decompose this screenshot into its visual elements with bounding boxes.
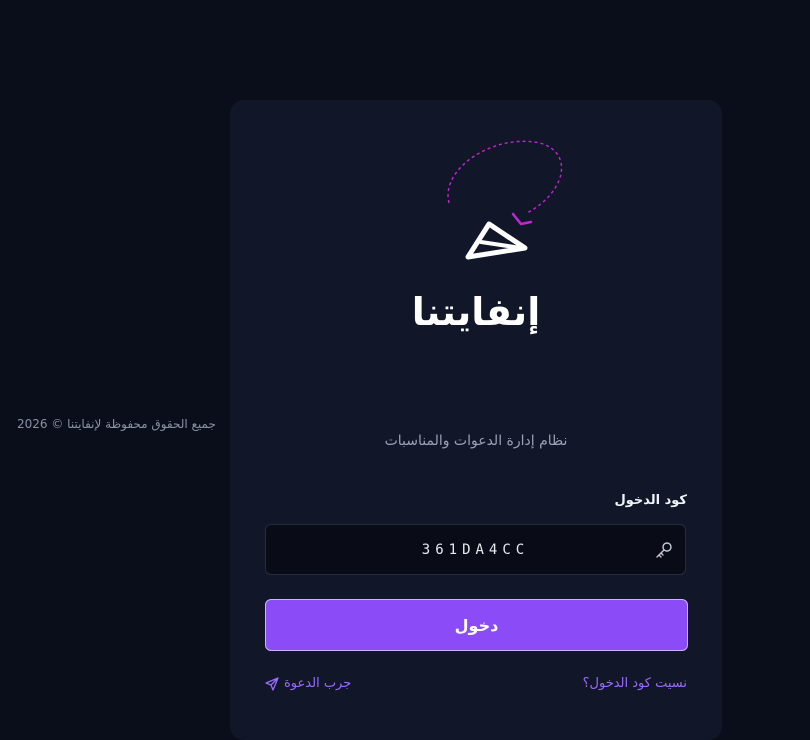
send-icon xyxy=(265,676,279,691)
forgot-code-link[interactable]: نسيت كود الدخول؟ xyxy=(583,676,687,691)
code-field xyxy=(265,524,686,575)
brand-tagline: نظام إدارة الدعوات والمناسبات xyxy=(384,433,568,449)
login-card: إنفايتنا نظام إدارة الدعوات والمناسبات ك… xyxy=(230,100,722,740)
code-input[interactable] xyxy=(266,525,685,574)
try-invitation-link[interactable]: جرب الدعوة xyxy=(265,676,351,691)
key-icon xyxy=(655,541,673,559)
brand-name: إنفايتنا xyxy=(411,290,541,334)
footer-copyright: جميع الحقوق محفوظة لإنفايتنا © 2026 xyxy=(17,417,216,431)
login-button[interactable]: دخول xyxy=(265,599,688,651)
try-invitation-label: جرب الدعوة xyxy=(284,676,352,691)
code-label: كود الدخول xyxy=(614,493,687,508)
paper-plane-logo-icon xyxy=(435,138,575,263)
